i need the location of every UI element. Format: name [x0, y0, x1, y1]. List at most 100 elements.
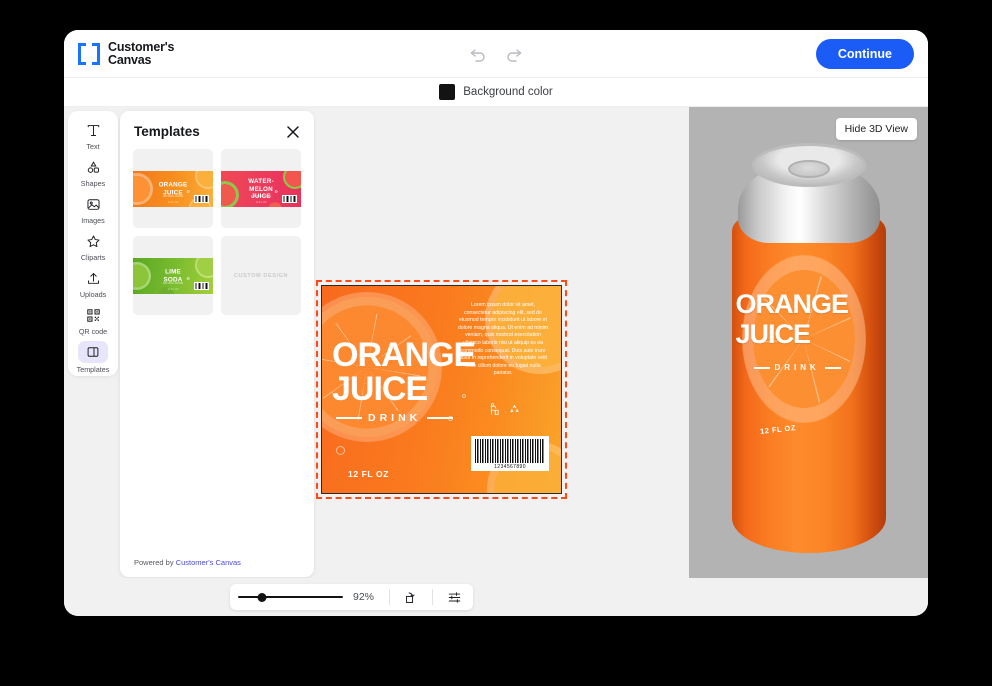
close-icon[interactable] [286, 125, 300, 139]
toolbar-divider-1 [389, 589, 390, 605]
top-bar: Customer's Canvas Continue [64, 30, 928, 78]
template-card-watermelon-juice[interactable]: WATER- MELON JUICE NATURAL DRINK 12 FL O… [221, 149, 301, 228]
sidebar-item-cliparts[interactable]: Cliparts [68, 228, 118, 265]
qr-code-icon [80, 305, 106, 325]
images-icon [80, 194, 106, 214]
template-barcode-lime [194, 282, 209, 290]
label-barcode: 1234567890 [471, 436, 549, 471]
label-title-line2: JUICE [332, 370, 428, 408]
sidebar-item-qr-code-label: QR code [78, 327, 108, 336]
undo-icon[interactable] [468, 44, 488, 64]
sidebar-item-uploads[interactable]: Uploads [68, 265, 118, 302]
sidebar-item-images-label: Images [81, 216, 105, 225]
can-title: ORANGE JUICE [736, 289, 886, 349]
redo-icon[interactable] [504, 44, 524, 64]
sidebar-item-images[interactable]: Images [68, 191, 118, 228]
template-sub-orange: NATURAL DRINK [162, 194, 184, 198]
barcode-number: 1234567890 [494, 464, 526, 470]
background-color-label: Background color [463, 86, 553, 98]
label-title: ORANGE JUICE [332, 336, 476, 408]
app-logo[interactable]: Customer's Canvas [78, 39, 175, 67]
powered-by: Powered by Customer's Canvas [134, 558, 241, 567]
template-oz-orange: 12 FL OZ [167, 201, 179, 205]
label-drink-rule-right [427, 417, 454, 419]
hide-3d-view-button[interactable]: Hide 3D View [835, 118, 917, 140]
can-volume: 12 FL OZ [759, 423, 796, 436]
star-icon [80, 231, 106, 251]
upload-icon [80, 268, 106, 288]
template-oz-watermelon: 12 FL OZ [255, 201, 267, 205]
brackets-logo-icon [78, 42, 100, 65]
zoom-slider-knob[interactable] [257, 592, 267, 602]
powered-by-prefix: Powered by [134, 558, 176, 567]
powered-by-link[interactable]: Customer's Canvas [176, 558, 241, 567]
rotate-icon[interactable] [400, 587, 422, 607]
sidebar-item-text-label: Text [86, 142, 100, 151]
label-artboard: ORANGE JUICE DRINK 12 FL OZ Lorem ipsum … [321, 285, 562, 494]
template-symbols-watermelon: ♻ [274, 189, 279, 194]
toolbar-divider-2 [432, 589, 433, 605]
can-drink-text: DRINK [774, 363, 820, 372]
tool-rail: Text Shapes Images Cliparts Uploads QR c… [68, 111, 118, 376]
template-symbols-orange: ♻ [186, 189, 191, 194]
label-body-text[interactable]: Lorem ipsum dolor sit amet, consectetur … [457, 302, 549, 378]
templates-panel-header: Templates [120, 111, 314, 149]
can-pull-tab [787, 160, 830, 178]
zoom-slider[interactable] [238, 591, 343, 603]
bottom-toolbar: 92% [64, 578, 928, 616]
label-drink-row: DRINK [336, 412, 454, 424]
template-barcode-watermelon [282, 195, 297, 203]
background-color-swatch[interactable] [439, 84, 456, 100]
app-window: Customer's Canvas Continue Background co… [64, 30, 928, 616]
text-icon [80, 120, 106, 140]
templates-panel: Templates ORANGE JUICE NATURAL DRINK 12 … [120, 111, 314, 577]
template-oz-lime: 12 FL OZ [167, 288, 179, 292]
label-title-line1: ORANGE [332, 336, 476, 374]
brand-name-line1: Customer's [108, 39, 175, 54]
can-drink-rule-right [824, 366, 841, 369]
history-controls [468, 44, 524, 64]
brand-name: Customer's Canvas [108, 39, 175, 67]
can-lid [751, 143, 866, 187]
sidebar-item-qr-code[interactable]: QR code [68, 302, 118, 339]
template-sub-watermelon: NATURAL DRINK [250, 194, 272, 198]
template-card-orange-juice[interactable]: ORANGE JUICE NATURAL DRINK 12 FL OZ ♻ [133, 149, 213, 228]
can-drink-row: DRINK [753, 363, 841, 372]
template-thumb-orange: ORANGE JUICE NATURAL DRINK 12 FL OZ ♻ [133, 171, 213, 207]
can-title-line2: JUICE [735, 319, 812, 349]
can-drink-rule-left [753, 366, 770, 369]
sliders-icon[interactable] [443, 587, 465, 607]
template-card-lime-soda[interactable]: LIME SODA NATURAL DRINK 12 FL OZ ♻ [133, 236, 213, 315]
3d-view-panel: Hide 3D View ORANGE JUICE DRINK 12 FL OZ [689, 107, 928, 578]
trash-bin-icon [487, 402, 500, 422]
template-card-custom-design[interactable]: CUSTOM DESIGN [221, 236, 301, 315]
design-canvas-label[interactable]: ORANGE JUICE DRINK 12 FL OZ Lorem ipsum … [316, 280, 567, 499]
continue-button[interactable]: Continue [815, 38, 914, 69]
template-symbols-lime: ♻ [186, 276, 191, 281]
can-title-line1: ORANGE [735, 289, 850, 319]
templates-icon [78, 341, 108, 363]
sidebar-item-templates-label: Templates [76, 365, 110, 374]
sidebar-item-text[interactable]: Text [68, 117, 118, 154]
zoom-controls: 92% [230, 584, 473, 610]
label-drink-text: DRINK [368, 412, 422, 424]
sidebar-item-shapes[interactable]: Shapes [68, 154, 118, 191]
recycle-icon [508, 403, 521, 421]
label-symbol-row [487, 402, 521, 422]
sidebar-item-shapes-label: Shapes [80, 179, 106, 188]
work-area: Text Shapes Images Cliparts Uploads QR c… [64, 107, 928, 578]
label-drink-rule-left [336, 417, 362, 419]
template-sub-lime: NATURAL DRINK [162, 281, 184, 285]
background-color-bar: Background color [64, 78, 928, 107]
zoom-slider-track [238, 596, 343, 598]
can-3d-preview[interactable]: ORANGE JUICE DRINK 12 FL OZ [731, 139, 886, 579]
zoom-value: 92% [353, 591, 375, 603]
template-thumb-watermelon: WATER- MELON JUICE NATURAL DRINK 12 FL O… [221, 171, 301, 207]
templates-grid: ORANGE JUICE NATURAL DRINK 12 FL OZ ♻ WA… [120, 149, 314, 315]
template-thumb-lime: LIME SODA NATURAL DRINK 12 FL OZ ♻ [133, 258, 213, 294]
sidebar-item-uploads-label: Uploads [79, 290, 107, 299]
shapes-icon [80, 157, 106, 177]
can-body: ORANGE JUICE DRINK 12 FL OZ [731, 203, 886, 553]
sidebar-item-templates[interactable]: Templates [68, 339, 118, 376]
template-label-custom: CUSTOM DESIGN [233, 272, 289, 279]
